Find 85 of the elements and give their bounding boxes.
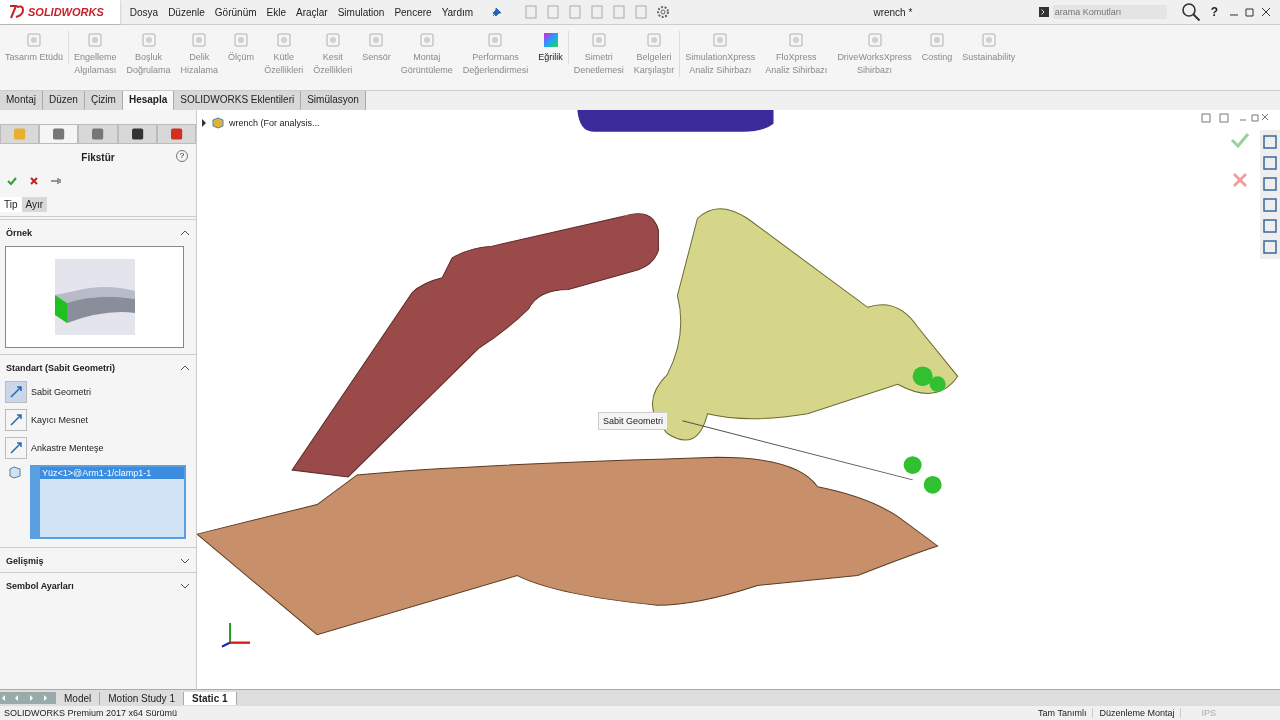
- fixture-type-label[interactable]: Kayıcı Mesnet: [31, 415, 89, 425]
- assembly-icon: [211, 116, 225, 130]
- panel-tab-icon[interactable]: [117, 124, 157, 144]
- panel-tab[interactable]: Ayır: [21, 197, 48, 212]
- tool-icon: [139, 31, 158, 49]
- panel-tab-icon[interactable]: [39, 124, 79, 144]
- task-pane-icon[interactable]: [1262, 218, 1278, 234]
- status-text: Tam Tanımlı: [1032, 708, 1094, 718]
- app-logo[interactable]: SOLIDWORKS: [0, 0, 120, 24]
- menu-item[interactable]: Pencere: [394, 6, 432, 18]
- tool-icon: [589, 31, 608, 49]
- face-icon: [8, 465, 22, 479]
- section-header[interactable]: Standart (Sabit Geometri): [0, 354, 196, 377]
- command-tab[interactable]: Simülasyon: [301, 91, 366, 110]
- command-tab[interactable]: Montaj: [0, 91, 43, 110]
- panel-title: Fikstür: [81, 152, 115, 163]
- fixture-type-label[interactable]: Sabit Geometri: [31, 387, 92, 397]
- command-tab[interactable]: Çizim: [84, 91, 123, 110]
- terminal-icon: [1038, 6, 1049, 18]
- viewport-controls-icon[interactable]: [1200, 112, 1270, 124]
- tool-icon: [645, 31, 664, 49]
- tool-icon: [232, 31, 251, 49]
- tab-scroll-icon[interactable]: [0, 692, 56, 704]
- command-tab[interactable]: SOLIDWORKS Eklentileri: [174, 91, 302, 110]
- panel-tab[interactable]: Tip: [0, 197, 22, 212]
- curvature-icon: [541, 31, 560, 49]
- section-header[interactable]: Örnek: [0, 219, 196, 242]
- tool-icon: [865, 31, 884, 49]
- task-pane-icon[interactable]: [1262, 197, 1278, 213]
- axis-triad-icon: [221, 621, 252, 648]
- expand-arrow-icon[interactable]: [201, 119, 207, 127]
- menu-item[interactable]: Görünüm: [214, 6, 257, 18]
- command-tab[interactable]: Hesapla: [122, 91, 175, 110]
- tool-icon: [86, 31, 105, 49]
- help-button[interactable]: ?: [1210, 5, 1218, 19]
- tool-icon: [979, 31, 998, 49]
- study-tab[interactable]: Static 1: [183, 691, 237, 705]
- ribbon-button[interactable]: Eğrilik: [533, 31, 569, 64]
- task-pane-icon[interactable]: [1262, 134, 1278, 150]
- pin-icon[interactable]: [491, 6, 504, 18]
- logo-icon: [8, 4, 26, 20]
- search-icon[interactable]: [1180, 2, 1201, 22]
- tool-icon: [711, 31, 730, 49]
- tool-icon: [274, 31, 293, 49]
- pushpin-icon[interactable]: [50, 175, 62, 187]
- tool-icon: [486, 31, 505, 49]
- ok-icon[interactable]: [6, 175, 18, 187]
- tool-icon: [367, 31, 386, 49]
- study-tab[interactable]: Model: [56, 691, 101, 705]
- study-tab[interactable]: Motion Study 1: [100, 691, 184, 705]
- task-pane-icon[interactable]: [1262, 176, 1278, 192]
- settings-icon[interactable]: [655, 4, 672, 20]
- tool-icon: [928, 31, 946, 49]
- menu-item[interactable]: Dosya: [129, 6, 159, 18]
- menu-item[interactable]: Ekle: [266, 6, 286, 18]
- menu-item[interactable]: Yardım: [441, 6, 474, 18]
- fixture-type-icon[interactable]: [5, 409, 27, 431]
- status-text: Düzenleme Montaj: [1093, 708, 1182, 718]
- tool-icon: [323, 31, 342, 49]
- fixture-type-icon[interactable]: [5, 437, 27, 459]
- fixture-type-icon[interactable]: [5, 381, 27, 403]
- tool-icon: [190, 31, 209, 49]
- task-pane-icon[interactable]: [1262, 155, 1278, 171]
- fixture-type-label[interactable]: Ankastre Menteşe: [31, 443, 104, 453]
- close-icon[interactable]: [28, 175, 40, 187]
- command-tab[interactable]: Düzen: [43, 91, 85, 110]
- chevron-icon: [180, 229, 190, 237]
- section-header[interactable]: Sembol Ayarları: [0, 572, 196, 595]
- search-field[interactable]: arama Komutları: [1052, 5, 1167, 19]
- task-pane-icon[interactable]: [1262, 239, 1278, 255]
- chevron-icon: [180, 364, 190, 372]
- tree-item[interactable]: wrench (For analysis...: [229, 118, 320, 128]
- chevron-icon: [180, 557, 190, 565]
- status-text: SOLIDWORKS Premium 2017 x64 Sürümü: [4, 708, 179, 718]
- tool-icon: [417, 31, 436, 49]
- window-title: wrench *: [872, 6, 914, 18]
- view-toolbar-drawing[interactable]: [577, 110, 774, 132]
- chevron-icon: [180, 582, 190, 590]
- callout-label: Sabit Geometri: [598, 412, 669, 430]
- tool-icon: [25, 31, 43, 49]
- menu-item[interactable]: Araçlar: [296, 6, 328, 18]
- menu-item[interactable]: Simulation: [337, 6, 385, 18]
- section-header[interactable]: Gelişmiş: [0, 547, 196, 570]
- tool-icon: [787, 31, 806, 49]
- menu-item[interactable]: Düzenle: [168, 6, 205, 18]
